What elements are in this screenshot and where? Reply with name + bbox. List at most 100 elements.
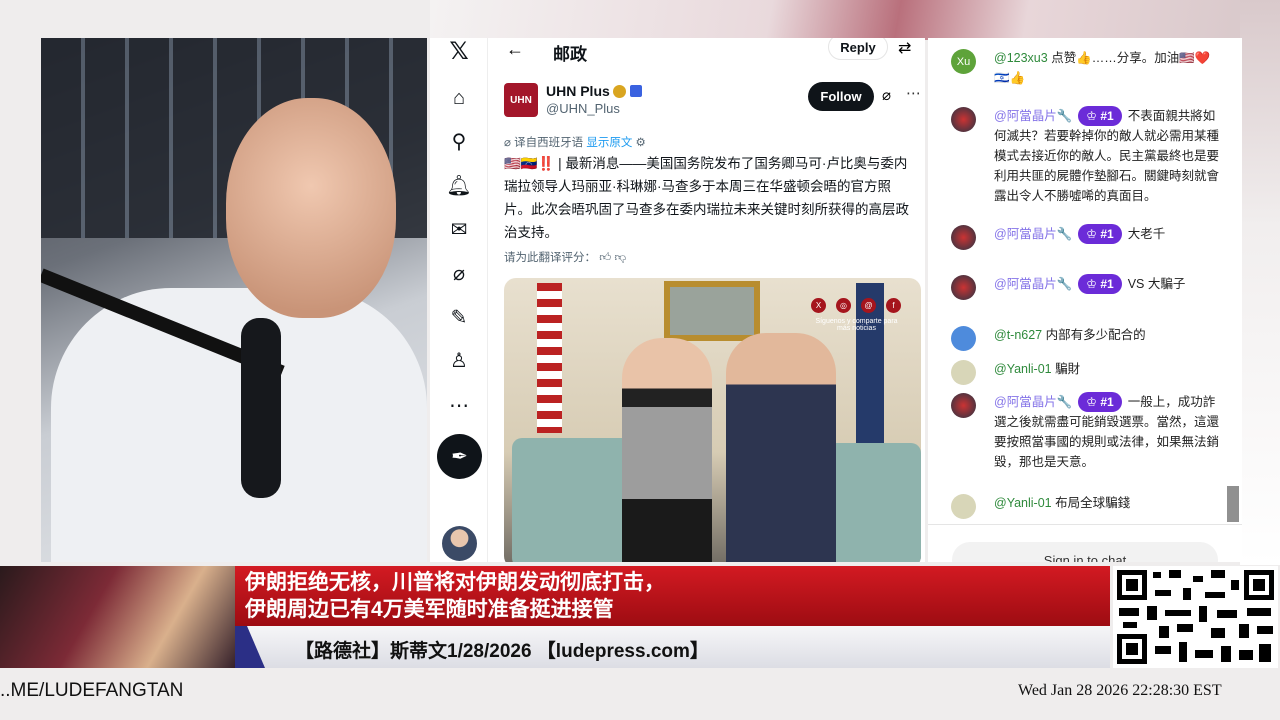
qr-code-icon (1117, 570, 1274, 664)
facebook-icon: f (886, 298, 901, 313)
verified-badge-icon (612, 85, 626, 98)
thumbs-up-icon[interactable]: 👍︎ (599, 252, 611, 264)
instagram-icon: ◎ (836, 298, 851, 313)
host-body (51, 288, 427, 562)
feather-icon: ✒ (451, 446, 468, 468)
back-arrow-icon[interactable]: ← (506, 39, 524, 60)
headline-banner: 伊朗拒绝无核，川普将对伊朗发动彻底打击， 伊朗周边已有4万美军随时准备挺进接管 (235, 566, 1110, 626)
search-icon[interactable]: ⚲ (446, 128, 472, 154)
chat-text: 内部有多少配合的 (1045, 328, 1146, 342)
chat-username[interactable]: @Yanli-01 (994, 496, 1052, 510)
chat-avatar[interactable] (951, 326, 976, 351)
more-options-icon[interactable]: ⋯ (906, 84, 921, 102)
home-icon[interactable]: ⌂ (446, 85, 472, 111)
image-overlay-text: Síguenos y comparte para más noticias (815, 318, 898, 332)
chat-username[interactable]: @t-n627 (994, 328, 1042, 342)
bell-icon[interactable]: 🔔︎ (446, 172, 472, 198)
rate-label: 请为此翻译评分： (504, 252, 596, 264)
chat-avatar[interactable] (951, 393, 976, 418)
translated-from-label: 译自西班牙语 (514, 137, 584, 149)
post-image[interactable]: X ◎ @ f Síguenos y comparte para más not… (504, 278, 921, 562)
twitter-sidebar: 𝕏 ⌂ ⚲ 🔔︎ ✉ ⌀ ✎ ♙ ⋯ ✒ (430, 38, 488, 562)
flag-emojis: 🇺🇸🇻🇪‼️ | (504, 156, 566, 171)
filter-icon[interactable]: ⇄ (898, 38, 911, 58)
post-author-name[interactable]: UHN Plus (546, 83, 642, 99)
chat-text: 布局全球騙錢 (1055, 496, 1131, 510)
background-decoration (430, 0, 1280, 40)
rank-badge: ♔ #1 (1078, 106, 1122, 126)
twitter-panel: 𝕏 ⌂ ⚲ 🔔︎ ✉ ⌀ ✎ ♙ ⋯ ✒ ← 邮政 Reply ⇄ UHN UH… (430, 38, 925, 562)
chat-avatar[interactable] (951, 225, 976, 250)
host-head (226, 98, 396, 318)
chat-username[interactable]: @123xu3 (994, 51, 1048, 65)
chat-text: 騙財 (1055, 362, 1081, 376)
rank-text: #1 (1100, 277, 1114, 291)
x-logo-icon[interactable]: 𝕏 (446, 38, 472, 65)
rank-text: #1 (1100, 227, 1114, 241)
background-decoration (1240, 0, 1280, 565)
mail-icon[interactable]: ✉ (446, 216, 472, 242)
person-man (726, 333, 836, 562)
channel-link: ..ME/LUDEFANGTAN (0, 680, 184, 701)
divider (928, 524, 1242, 525)
headline-line-1: 伊朗拒绝无核，川普将对伊朗发动彻底打击， (245, 571, 665, 594)
chat-text: 大老千 (1127, 227, 1166, 241)
chat-avatar[interactable] (951, 275, 976, 300)
chair (512, 438, 632, 562)
chat-message: @Yanli-01 騙財 (951, 359, 1222, 385)
post-author-avatar[interactable]: UHN (504, 83, 538, 117)
thumbs-down-icon[interactable]: 👎︎ (614, 252, 626, 264)
rank-text: #1 (1100, 395, 1114, 409)
rank-badge: ♔ #1 (1078, 392, 1122, 412)
painting (664, 281, 760, 341)
chat-message: @阿當晶片🔧 ♔ #1 大老千 (951, 224, 1222, 250)
chat-username[interactable]: @阿當晶片🔧 (994, 395, 1072, 409)
settings-gear-icon[interactable]: ⚙ (636, 137, 646, 149)
headline-line-2: 伊朗周边已有4万美军随时准备挺进接管 (245, 598, 614, 621)
us-flag (537, 283, 562, 433)
grok-icon[interactable]: ⌀ (446, 260, 472, 286)
chat-message: @Yanli-01 布局全球騙錢 (951, 493, 1222, 519)
rate-translation: 请为此翻译评分： 👍︎ 👎︎ (504, 249, 626, 265)
affiliate-badge-icon (629, 85, 642, 97)
byline-banner: 【路德社】斯蒂文1/28/2026 【ludepress.com】 (235, 626, 1110, 668)
account-avatar[interactable] (442, 526, 477, 561)
microphone (241, 318, 281, 498)
translation-notice: ⌀ 译自西班牙语 显示原文 ⚙ (504, 134, 646, 150)
rank-text: #1 (1100, 109, 1114, 123)
host-video-feed (41, 38, 427, 562)
chat-scrollbar[interactable] (1227, 486, 1239, 522)
chat-username[interactable]: @Yanli-01 (994, 362, 1052, 376)
author-name-text: UHN Plus (546, 83, 610, 99)
chat-avatar[interactable] (951, 494, 976, 519)
grok-icon[interactable]: ⌀ (882, 86, 891, 104)
notes-icon[interactable]: ✎ (446, 304, 472, 330)
chat-avatar[interactable]: Xu (951, 49, 976, 74)
more-icon[interactable]: ⋯ (446, 392, 472, 418)
chat-username[interactable]: @阿當晶片🔧 (994, 277, 1072, 291)
post-author-handle[interactable]: @UHN_Plus (546, 101, 620, 116)
chat-avatar[interactable] (951, 107, 976, 132)
qr-code (1113, 566, 1278, 668)
profile-icon[interactable]: ♙ (446, 347, 472, 373)
chat-message: @t-n627 内部有多少配合的 (951, 325, 1222, 351)
page-title: 邮政 (553, 45, 587, 64)
chat-avatar[interactable] (951, 360, 976, 385)
translate-icon: ⌀ (504, 137, 515, 149)
reply-button[interactable]: Reply (828, 38, 888, 60)
live-chat-panel: Xu @123xu3 点赞👍……分享。加油🇺🇸❤️🇮🇱👍 @阿當晶片🔧 ♔ #1 不… (928, 38, 1242, 562)
post-text: 🇺🇸🇻🇪‼️ | 最新消息——美国国务院发布了国务卿马可·卢比奥与委内瑞拉领导人… (504, 152, 914, 244)
sign-in-to-chat-button[interactable]: Sign in to chat (952, 542, 1218, 562)
x-social-icon: X (811, 298, 826, 313)
city-night-image (0, 566, 235, 668)
post-button[interactable]: ✒ (437, 434, 482, 479)
chat-username[interactable]: @阿當晶片🔧 (994, 227, 1072, 241)
rank-badge: ♔ #1 (1078, 224, 1122, 244)
chat-text: VS 大騙子 (1127, 277, 1186, 291)
show-original-link[interactable]: 显示原文 (586, 137, 632, 149)
threads-icon: @ (861, 298, 876, 313)
rank-badge: ♔ #1 (1078, 274, 1122, 294)
chat-username[interactable]: @阿當晶片🔧 (994, 109, 1072, 123)
follow-button[interactable]: Follow (808, 82, 874, 111)
chat-message: Xu @123xu3 点赞👍……分享。加油🇺🇸❤️🇮🇱👍 (951, 48, 1222, 88)
